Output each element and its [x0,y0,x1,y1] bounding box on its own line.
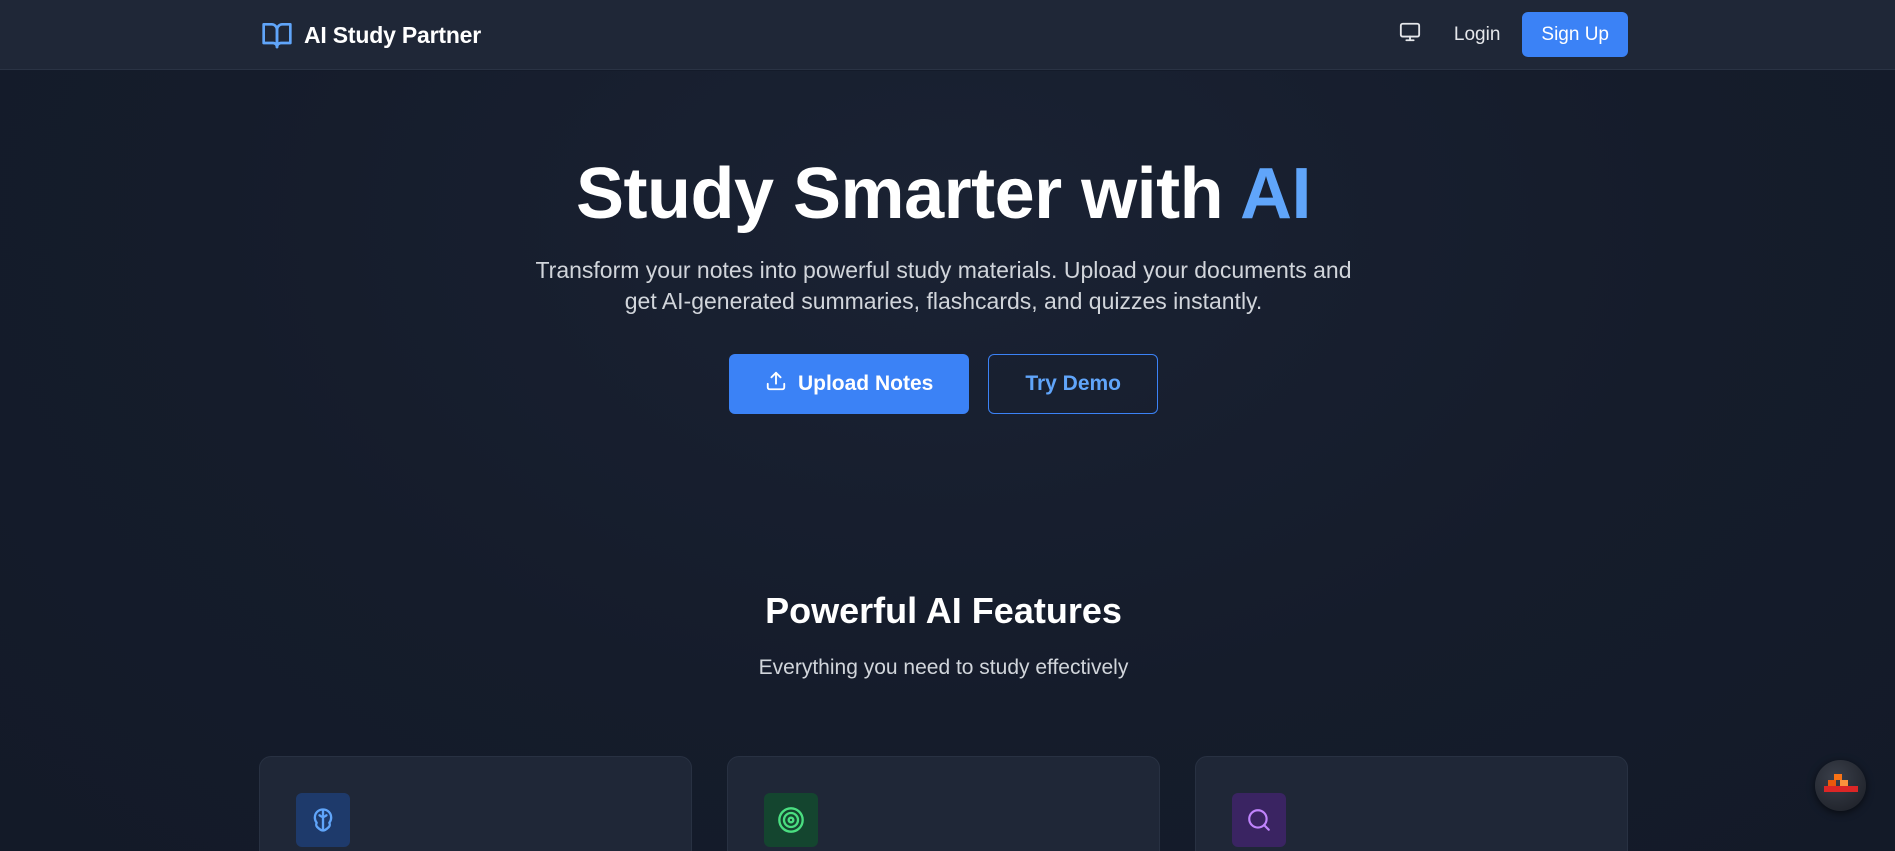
hero-subtitle: Transform your notes into powerful study… [535,257,1352,314]
sign-up-button[interactable]: Sign Up [1522,12,1628,57]
feature-card [727,756,1160,851]
top-navbar: AI Study Partner Login Sign Up [0,0,1895,70]
hero-title-accent: AI [1239,154,1312,234]
theme-toggle-button[interactable] [1388,13,1432,57]
search-icon [1232,793,1286,847]
floating-assistant-button[interactable] [1815,760,1866,811]
assistant-logo-icon [1823,772,1858,799]
hero-title-main: Study Smarter with [576,154,1224,234]
feature-card [1195,756,1628,851]
upload-notes-button[interactable]: Upload Notes [728,354,970,414]
brand-logo[interactable]: AI Study Partner [260,17,481,53]
upload-icon [765,370,787,398]
features-subtitle: Everything you need to study effectively [758,656,1129,679]
monitor-icon [1399,21,1421,48]
upload-notes-label: Upload Notes [797,372,934,395]
hero-title: Study Smarter with AI [0,151,1887,237]
login-link[interactable]: Login [1454,24,1501,46]
feature-card [259,756,692,851]
open-book-icon [260,19,294,51]
features-title: Powerful AI Features [765,590,1122,631]
try-demo-button[interactable]: Try Demo [988,354,1159,414]
brain-icon [296,793,350,847]
hero-cta-row: Upload Notes Try Demo [0,354,1887,414]
nav-actions: Login Sign Up [1388,12,1628,57]
target-icon [764,793,818,847]
brand-title: AI Study Partner [304,21,482,48]
